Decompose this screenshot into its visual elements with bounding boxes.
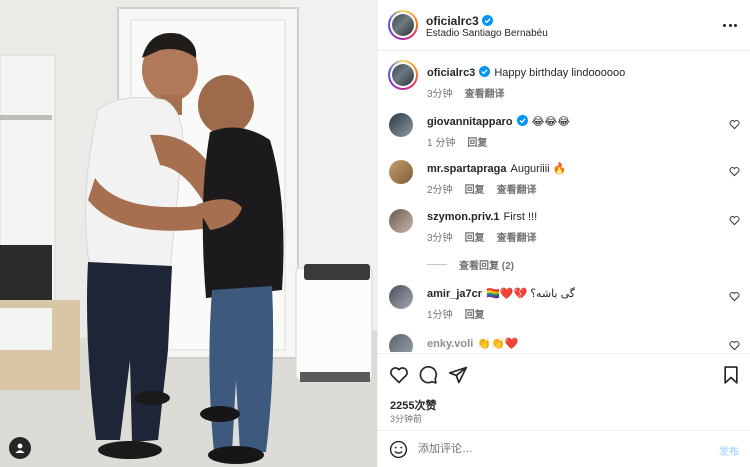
verified-badge-icon bbox=[479, 66, 491, 77]
comment-text: Auguriiii 🔥 bbox=[510, 163, 567, 175]
like-comment-heart-icon[interactable] bbox=[729, 215, 740, 226]
see-translation-link[interactable]: 查看翻译 bbox=[465, 89, 505, 100]
commenter-avatar[interactable] bbox=[389, 334, 413, 352]
caption-time: 3分钟 bbox=[427, 89, 453, 100]
user-tag-icon bbox=[15, 443, 25, 453]
comment-input[interactable] bbox=[418, 439, 688, 459]
reply-button[interactable]: 回复 bbox=[465, 233, 485, 244]
more-horizontal-icon bbox=[723, 23, 726, 27]
post-details-panel: oficialrc3 Estadio Santiago Bernabéu ofi… bbox=[377, 0, 750, 467]
like-comment-heart-icon[interactable] bbox=[729, 291, 740, 302]
like-comment-heart-icon[interactable] bbox=[729, 340, 740, 351]
tagged-users-button[interactable] bbox=[9, 437, 31, 459]
comment-username[interactable]: amir_ja7cr bbox=[427, 288, 482, 300]
comment-text: 🏳️‍🌈❤️💔 گی باشه؟ bbox=[486, 288, 576, 300]
commenter-avatar[interactable] bbox=[389, 209, 413, 233]
commenter-avatar[interactable] bbox=[389, 285, 413, 309]
caption-author-avatar[interactable] bbox=[388, 60, 418, 90]
author-username[interactable]: oficialrc3 bbox=[426, 14, 479, 28]
comment-username[interactable]: mr.spartapraga bbox=[427, 163, 506, 175]
post-header: oficialrc3 Estadio Santiago Bernabéu bbox=[378, 0, 750, 51]
reply-button[interactable]: 回复 bbox=[465, 310, 485, 321]
reply-button[interactable]: 回复 bbox=[467, 138, 487, 149]
comment-username[interactable]: giovannitapparo bbox=[427, 116, 513, 128]
comment-icon[interactable] bbox=[418, 365, 438, 385]
comment-composer: 发布 bbox=[378, 430, 750, 467]
comment-time: 1分钟 bbox=[427, 310, 453, 321]
comment-username[interactable]: szymon.priv.1 bbox=[427, 211, 500, 223]
view-replies-label: 查看回复 (2) bbox=[459, 261, 514, 272]
comments-list[interactable]: oficialrc3 Happy birthday lindoooooo 3分钟查… bbox=[378, 52, 750, 352]
caption-username[interactable]: oficialrc3 bbox=[427, 67, 475, 79]
post-photo-illustration bbox=[0, 0, 377, 467]
verified-badge-icon bbox=[481, 15, 493, 26]
like-comment-heart-icon[interactable] bbox=[729, 119, 740, 130]
post-timestamp[interactable]: 3分钟前 bbox=[390, 412, 422, 425]
like-comment-heart-icon[interactable] bbox=[729, 166, 740, 177]
likes-count[interactable]: 2255次赞 bbox=[390, 397, 436, 413]
reply-button[interactable]: 回复 bbox=[465, 185, 485, 196]
commenter-avatar[interactable] bbox=[389, 160, 413, 184]
post-photo[interactable] bbox=[0, 0, 377, 467]
author-avatar[interactable] bbox=[388, 10, 418, 40]
bookmark-icon[interactable] bbox=[721, 365, 741, 385]
post-comment-button[interactable]: 发布 bbox=[719, 443, 739, 458]
caption-text: Happy birthday lindoooooo bbox=[494, 67, 626, 79]
comment-username[interactable]: enky.voli bbox=[427, 338, 473, 350]
comment-time: 1 分钟 bbox=[427, 138, 456, 149]
verified-badge-icon bbox=[516, 115, 528, 126]
heart-icon[interactable] bbox=[389, 365, 409, 385]
see-translation-link[interactable]: 查看翻译 bbox=[497, 233, 537, 244]
emoji-icon[interactable] bbox=[389, 440, 408, 459]
post-actions: 2255次赞 3分钟前 bbox=[378, 353, 750, 430]
commenter-avatar[interactable] bbox=[389, 113, 413, 137]
comment-time: 2分钟 bbox=[427, 185, 453, 196]
see-translation-link[interactable]: 查看翻译 bbox=[497, 185, 537, 196]
comment-text: First !!! bbox=[503, 211, 538, 223]
replies-divider-line bbox=[427, 264, 447, 265]
comment-text: 😂😂😂 bbox=[531, 116, 571, 128]
comment-time: 3分钟 bbox=[427, 233, 453, 244]
more-options-button[interactable] bbox=[723, 19, 737, 31]
post-location[interactable]: Estadio Santiago Bernabéu bbox=[426, 28, 548, 39]
view-replies-button[interactable]: 查看回复 (2) bbox=[427, 257, 514, 272]
comment-text: 👏👏❤️ bbox=[477, 338, 519, 350]
send-icon[interactable] bbox=[448, 365, 468, 385]
